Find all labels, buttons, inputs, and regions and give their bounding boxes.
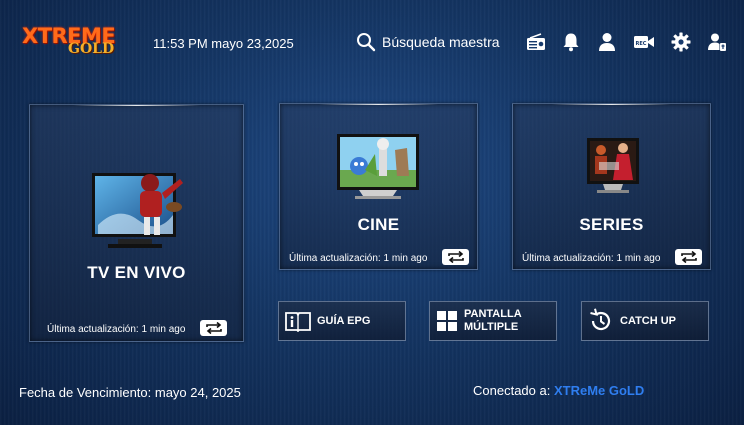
refresh-icon <box>447 251 464 263</box>
series-illustration <box>587 138 639 193</box>
clock-date: 11:53 PM mayo 23,2025 <box>153 36 294 51</box>
epg-guide-label: GUÍA EPG <box>317 314 371 327</box>
notifications-button[interactable] <box>560 31 582 53</box>
refresh-icon <box>680 251 697 263</box>
refresh-icon <box>205 322 222 334</box>
series-title: SERIES <box>579 215 644 234</box>
radio-button[interactable] <box>525 31 547 53</box>
history-icon <box>590 308 611 331</box>
live-tv-illustration <box>92 173 183 248</box>
movies-illustration <box>337 134 419 199</box>
logo-sub-text: GOLD <box>68 41 115 57</box>
live-tv-update: Última actualización: 1 min ago <box>47 324 186 335</box>
connected-label: Conectado a: <box>473 383 551 398</box>
profile-button[interactable] <box>596 31 618 53</box>
connection-status: Conectado a: XTReMe GoLD <box>473 383 644 398</box>
multiscreen-label: PANTALLA MÚLTIPLE <box>464 308 522 334</box>
switch-user-icon <box>708 33 726 51</box>
catch-up-label: CATCH UP <box>620 314 677 327</box>
connected-server: XTReMe GoLD <box>553 383 645 398</box>
movies-title: CINE <box>357 215 400 234</box>
grid-icon <box>437 311 457 331</box>
recordings-button[interactable]: REC <box>633 31 655 53</box>
multiscreen-button[interactable]: PANTALLA MÚLTIPLE <box>429 301 557 341</box>
catch-up-button[interactable]: CATCH UP <box>581 301 709 341</box>
book-info-icon <box>285 312 311 332</box>
series-refresh-button[interactable] <box>675 249 702 265</box>
multiscreen-label-line2: MÚLTIPLE <box>464 321 519 333</box>
master-search-button[interactable]: Búsqueda maestra <box>356 30 500 54</box>
switch-user-button[interactable] <box>706 31 728 53</box>
movies-refresh-button[interactable] <box>442 249 469 265</box>
search-label: Búsqueda maestra <box>382 34 500 50</box>
app-logo: XTREME GOLD <box>22 24 132 64</box>
video-record-icon: REC <box>634 36 654 48</box>
gear-icon <box>671 32 691 52</box>
movies-card[interactable]: CINE Última actualización: 1 min ago <box>279 103 478 270</box>
bell-icon <box>563 33 579 52</box>
series-card[interactable]: SERIES Última actualización: 1 min ago <box>512 103 711 270</box>
movies-update: Última actualización: 1 min ago <box>289 253 428 264</box>
settings-button[interactable] <box>670 31 692 53</box>
expiry-date: Fecha de Vencimiento: mayo 24, 2025 <box>19 385 241 400</box>
live-tv-refresh-button[interactable] <box>200 320 227 336</box>
user-icon <box>599 33 615 51</box>
svg-text:REC: REC <box>636 41 647 47</box>
series-update: Última actualización: 1 min ago <box>522 253 661 264</box>
multiscreen-label-line1: PANTALLA <box>464 308 522 320</box>
live-tv-title: TV EN VIVO <box>87 263 186 282</box>
search-icon <box>357 33 376 52</box>
epg-guide-button[interactable]: GUÍA EPG <box>278 301 406 341</box>
radio-icon <box>527 33 545 50</box>
live-tv-card[interactable]: TV EN VIVO Última actualización: 1 min a… <box>29 104 244 342</box>
